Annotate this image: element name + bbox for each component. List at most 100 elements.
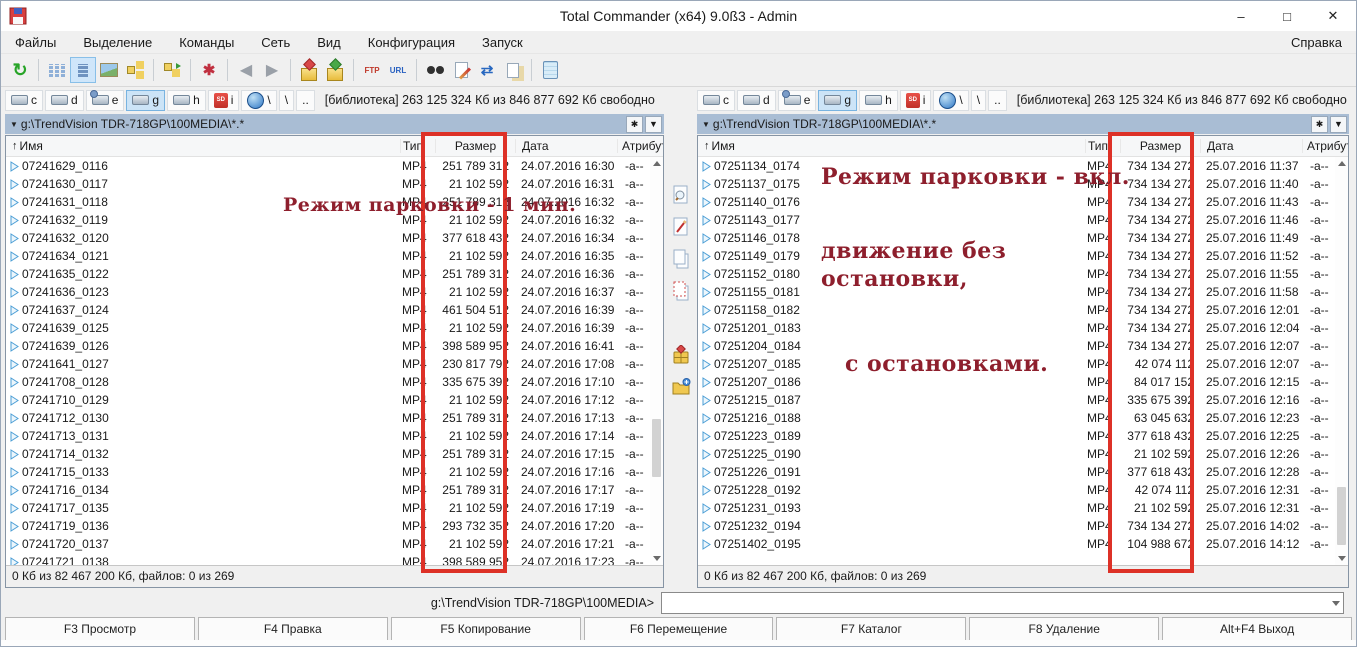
menu-item[interactable]: Файлы [15,35,56,50]
drive-button-g[interactable]: g [818,90,857,111]
unpack-icon[interactable] [322,57,348,83]
notepad-icon[interactable] [537,57,563,83]
column-header-size[interactable]: Размер [1120,139,1200,153]
scrollbar-thumb[interactable] [1337,487,1346,545]
drive-button-e[interactable]: e [86,90,125,111]
menu-item[interactable]: Выделение [83,35,152,50]
full-view-icon[interactable] [70,57,96,83]
path-bar[interactable]: ▼ g:\TrendVision TDR-718GP\100MEDIA\*.* … [697,114,1349,134]
column-header-attr[interactable]: Атрибут [1302,139,1348,153]
panel-menu-icon[interactable]: ▼ [702,120,710,129]
fkey-button[interactable]: Alt+F4 Выход [1162,617,1352,641]
column-header-size[interactable]: Размер [435,139,515,153]
column-header-type[interactable]: Тип [400,139,435,153]
file-row[interactable]: 07241716_0134MP4251 789 31224.07.2016 17… [6,481,650,499]
file-row[interactable]: 07251137_0175MP4734 134 27225.07.2016 11… [698,175,1335,193]
edit-file-button[interactable] [668,215,694,239]
menu-item[interactable]: Команды [179,35,234,50]
menu-item-help[interactable]: Справка [1291,35,1356,50]
back-icon[interactable]: ◀ [233,57,259,83]
fkey-button[interactable]: F3 Просмотр [5,617,195,641]
thumbnails-view-icon[interactable] [96,57,122,83]
move-file-button[interactable] [668,279,694,303]
compare-icon[interactable] [500,57,526,83]
path-bar[interactable]: ▼ g:\TrendVision TDR-718GP\100MEDIA\*.* … [5,114,664,134]
open-all-button[interactable]: ✱ [626,116,643,133]
tree-view-icon[interactable] [122,57,148,83]
open-all-button[interactable]: ✱ [1311,116,1328,133]
scroll-down-icon[interactable] [653,556,661,561]
file-row[interactable]: 07241717_0135MP421 102 59224.07.2016 17:… [6,499,650,517]
branch-view-icon[interactable] [159,57,185,83]
file-row[interactable]: 07251158_0182MP4734 134 27225.07.2016 12… [698,301,1335,319]
drive-button-root[interactable]: \ [971,90,986,111]
column-header-name[interactable]: ↑Имя [698,139,1085,153]
drive-button-h[interactable]: h [859,90,898,111]
file-row[interactable]: 07241714_0132MP4251 789 31224.07.2016 17… [6,445,650,463]
brief-view-icon[interactable] [44,57,70,83]
file-row[interactable]: 07241636_0123MP421 102 59224.07.2016 16:… [6,283,650,301]
scroll-down-icon[interactable] [1338,556,1346,561]
column-header-name[interactable]: ↑Имя [6,139,400,153]
scrollbar[interactable] [1335,157,1348,565]
pack-button[interactable] [668,343,694,367]
file-row[interactable]: 07251207_0186MP484 017 15225.07.2016 12:… [698,373,1335,391]
scroll-up-icon[interactable] [653,161,661,166]
ftp-connect-icon[interactable]: FTP [359,57,385,83]
column-header-date[interactable]: Дата [515,139,617,153]
file-row[interactable]: 07241630_0117MP421 102 59224.07.2016 16:… [6,175,650,193]
scrollbar[interactable] [650,157,663,565]
file-row[interactable]: 07251149_0179MP4734 134 27225.07.2016 11… [698,247,1335,265]
file-row[interactable]: 07251134_0174MP4734 134 27225.07.2016 11… [698,157,1335,175]
file-row[interactable]: 07241634_0121MP421 102 59224.07.2016 16:… [6,247,650,265]
fkey-button[interactable]: F5 Копирование [391,617,581,641]
file-row[interactable]: 07251225_0190MP421 102 59225.07.2016 12:… [698,445,1335,463]
file-row[interactable]: 07251232_0194MP4734 134 27225.07.2016 14… [698,517,1335,535]
file-row[interactable]: 07241721_0138MP4398 589 95224.07.2016 17… [6,553,650,565]
sync-dirs-icon[interactable]: ⇄ [474,57,500,83]
fkey-button[interactable]: F7 Каталог [776,617,966,641]
drive-button-net[interactable]: \ [241,90,276,111]
scroll-up-icon[interactable] [1338,161,1346,166]
file-row[interactable]: 07241719_0136MP4293 732 35224.07.2016 17… [6,517,650,535]
file-row[interactable]: 07241720_0137MP421 102 59224.07.2016 17:… [6,535,650,553]
drive-button-parent[interactable]: .. [296,90,315,111]
panel-menu-icon[interactable]: ▼ [10,120,18,129]
copy-file-button[interactable] [668,247,694,271]
column-header-date[interactable]: Дата [1200,139,1302,153]
fkey-button[interactable]: F4 Правка [198,617,388,641]
file-row[interactable]: 07251223_0189MP4377 618 43225.07.2016 12… [698,427,1335,445]
file-row[interactable]: 07241639_0125MP421 102 59224.07.2016 16:… [6,319,650,337]
file-row[interactable]: 07251402_0195MP4104 988 67225.07.2016 14… [698,535,1335,553]
history-dropdown-button[interactable]: ▼ [1330,116,1347,133]
file-row[interactable]: 07241637_0124MP4461 504 51224.07.2016 16… [6,301,650,319]
file-row[interactable]: 07251201_0183MP4734 134 27225.07.2016 12… [698,319,1335,337]
ftp-url-icon[interactable]: URL [385,57,411,83]
file-row[interactable]: 07241632_0120MP4377 618 43224.07.2016 16… [6,229,650,247]
file-row[interactable]: 07241631_0118MP4251 789 31224.07.2016 16… [6,193,650,211]
menu-item[interactable]: Конфигурация [368,35,455,50]
new-folder-button[interactable] [668,375,694,399]
refresh-icon[interactable]: ↻ [7,57,33,83]
file-row[interactable]: 07251146_0178MP4734 134 27225.07.2016 11… [698,229,1335,247]
column-header-attr[interactable]: Атрибут [617,139,663,153]
drive-button-root[interactable]: \ [279,90,294,111]
custom-columns-icon[interactable]: ✱ [196,57,222,83]
history-dropdown-button[interactable]: ▼ [645,116,662,133]
file-row[interactable]: 07251155_0181MP4734 134 27225.07.2016 11… [698,283,1335,301]
file-row[interactable]: 07251143_0177MP4734 134 27225.07.2016 11… [698,211,1335,229]
file-row[interactable]: 07241712_0130MP4251 789 31224.07.2016 17… [6,409,650,427]
file-row[interactable]: 07251216_0188MP463 045 63225.07.2016 12:… [698,409,1335,427]
file-row[interactable]: 07251226_0191MP4377 618 43225.07.2016 12… [698,463,1335,481]
drive-button-e[interactable]: e [778,90,817,111]
file-row[interactable]: 07251228_0192MP442 074 11225.07.2016 12:… [698,481,1335,499]
file-row[interactable]: 07241713_0131MP421 102 59224.07.2016 17:… [6,427,650,445]
file-row[interactable]: 07241629_0116MP4251 789 31224.07.2016 16… [6,157,650,175]
file-row[interactable]: 07241641_0127MP4230 817 79224.07.2016 17… [6,355,650,373]
command-history-icon[interactable] [1332,601,1340,606]
file-row[interactable]: 07251231_0193MP421 102 59225.07.2016 12:… [698,499,1335,517]
menu-item[interactable]: Вид [317,35,341,50]
file-row[interactable]: 07251152_0180MP4734 134 27225.07.2016 11… [698,265,1335,283]
forward-icon[interactable]: ▶ [259,57,285,83]
view-file-button[interactable] [668,183,694,207]
